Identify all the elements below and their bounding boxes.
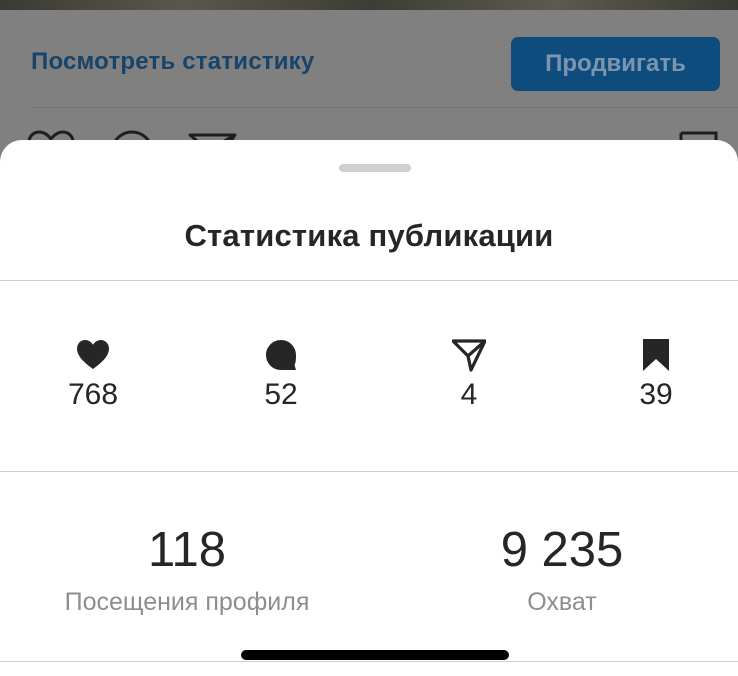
metrics-divider: [0, 471, 738, 472]
post-photo: [0, 0, 738, 10]
likes-metric: 768: [33, 338, 153, 410]
comment-icon: [266, 340, 296, 370]
comments-count: 52: [264, 378, 298, 411]
title-divider: [0, 280, 738, 281]
comments-metric: 52: [221, 338, 341, 410]
saves-count: 39: [639, 378, 673, 411]
post-insights-sheet: Статистика публикации 768 52 4 39 118 По…: [0, 140, 738, 676]
view-statistics-link[interactable]: Посмотреть статистику: [31, 48, 314, 76]
promote-button[interactable]: Продвигать: [511, 37, 720, 91]
reach-summary: 9 235 Охват: [382, 522, 738, 617]
saves-metric: 39: [596, 338, 716, 410]
sheet-title: Статистика публикации: [184, 218, 554, 253]
likes-count: 768: [67, 378, 119, 411]
summary-divider: [0, 661, 738, 662]
post-divider: [31, 107, 738, 108]
profile-visits-summary: 118 Посещения профиля: [7, 522, 367, 617]
home-indicator: [241, 650, 509, 660]
profile-visits-label: Посещения профиля: [64, 588, 310, 616]
bookmark-icon: [643, 339, 669, 371]
profile-visits-value: 118: [147, 523, 227, 577]
shares-metric: 4: [409, 338, 529, 410]
sheet-grabber[interactable]: [339, 164, 411, 172]
reach-label: Охват: [527, 588, 597, 616]
reach-value: 9 235: [500, 523, 624, 577]
shares-count: 4: [460, 378, 478, 411]
send-icon: [452, 339, 486, 372]
heart-icon: [77, 340, 109, 369]
